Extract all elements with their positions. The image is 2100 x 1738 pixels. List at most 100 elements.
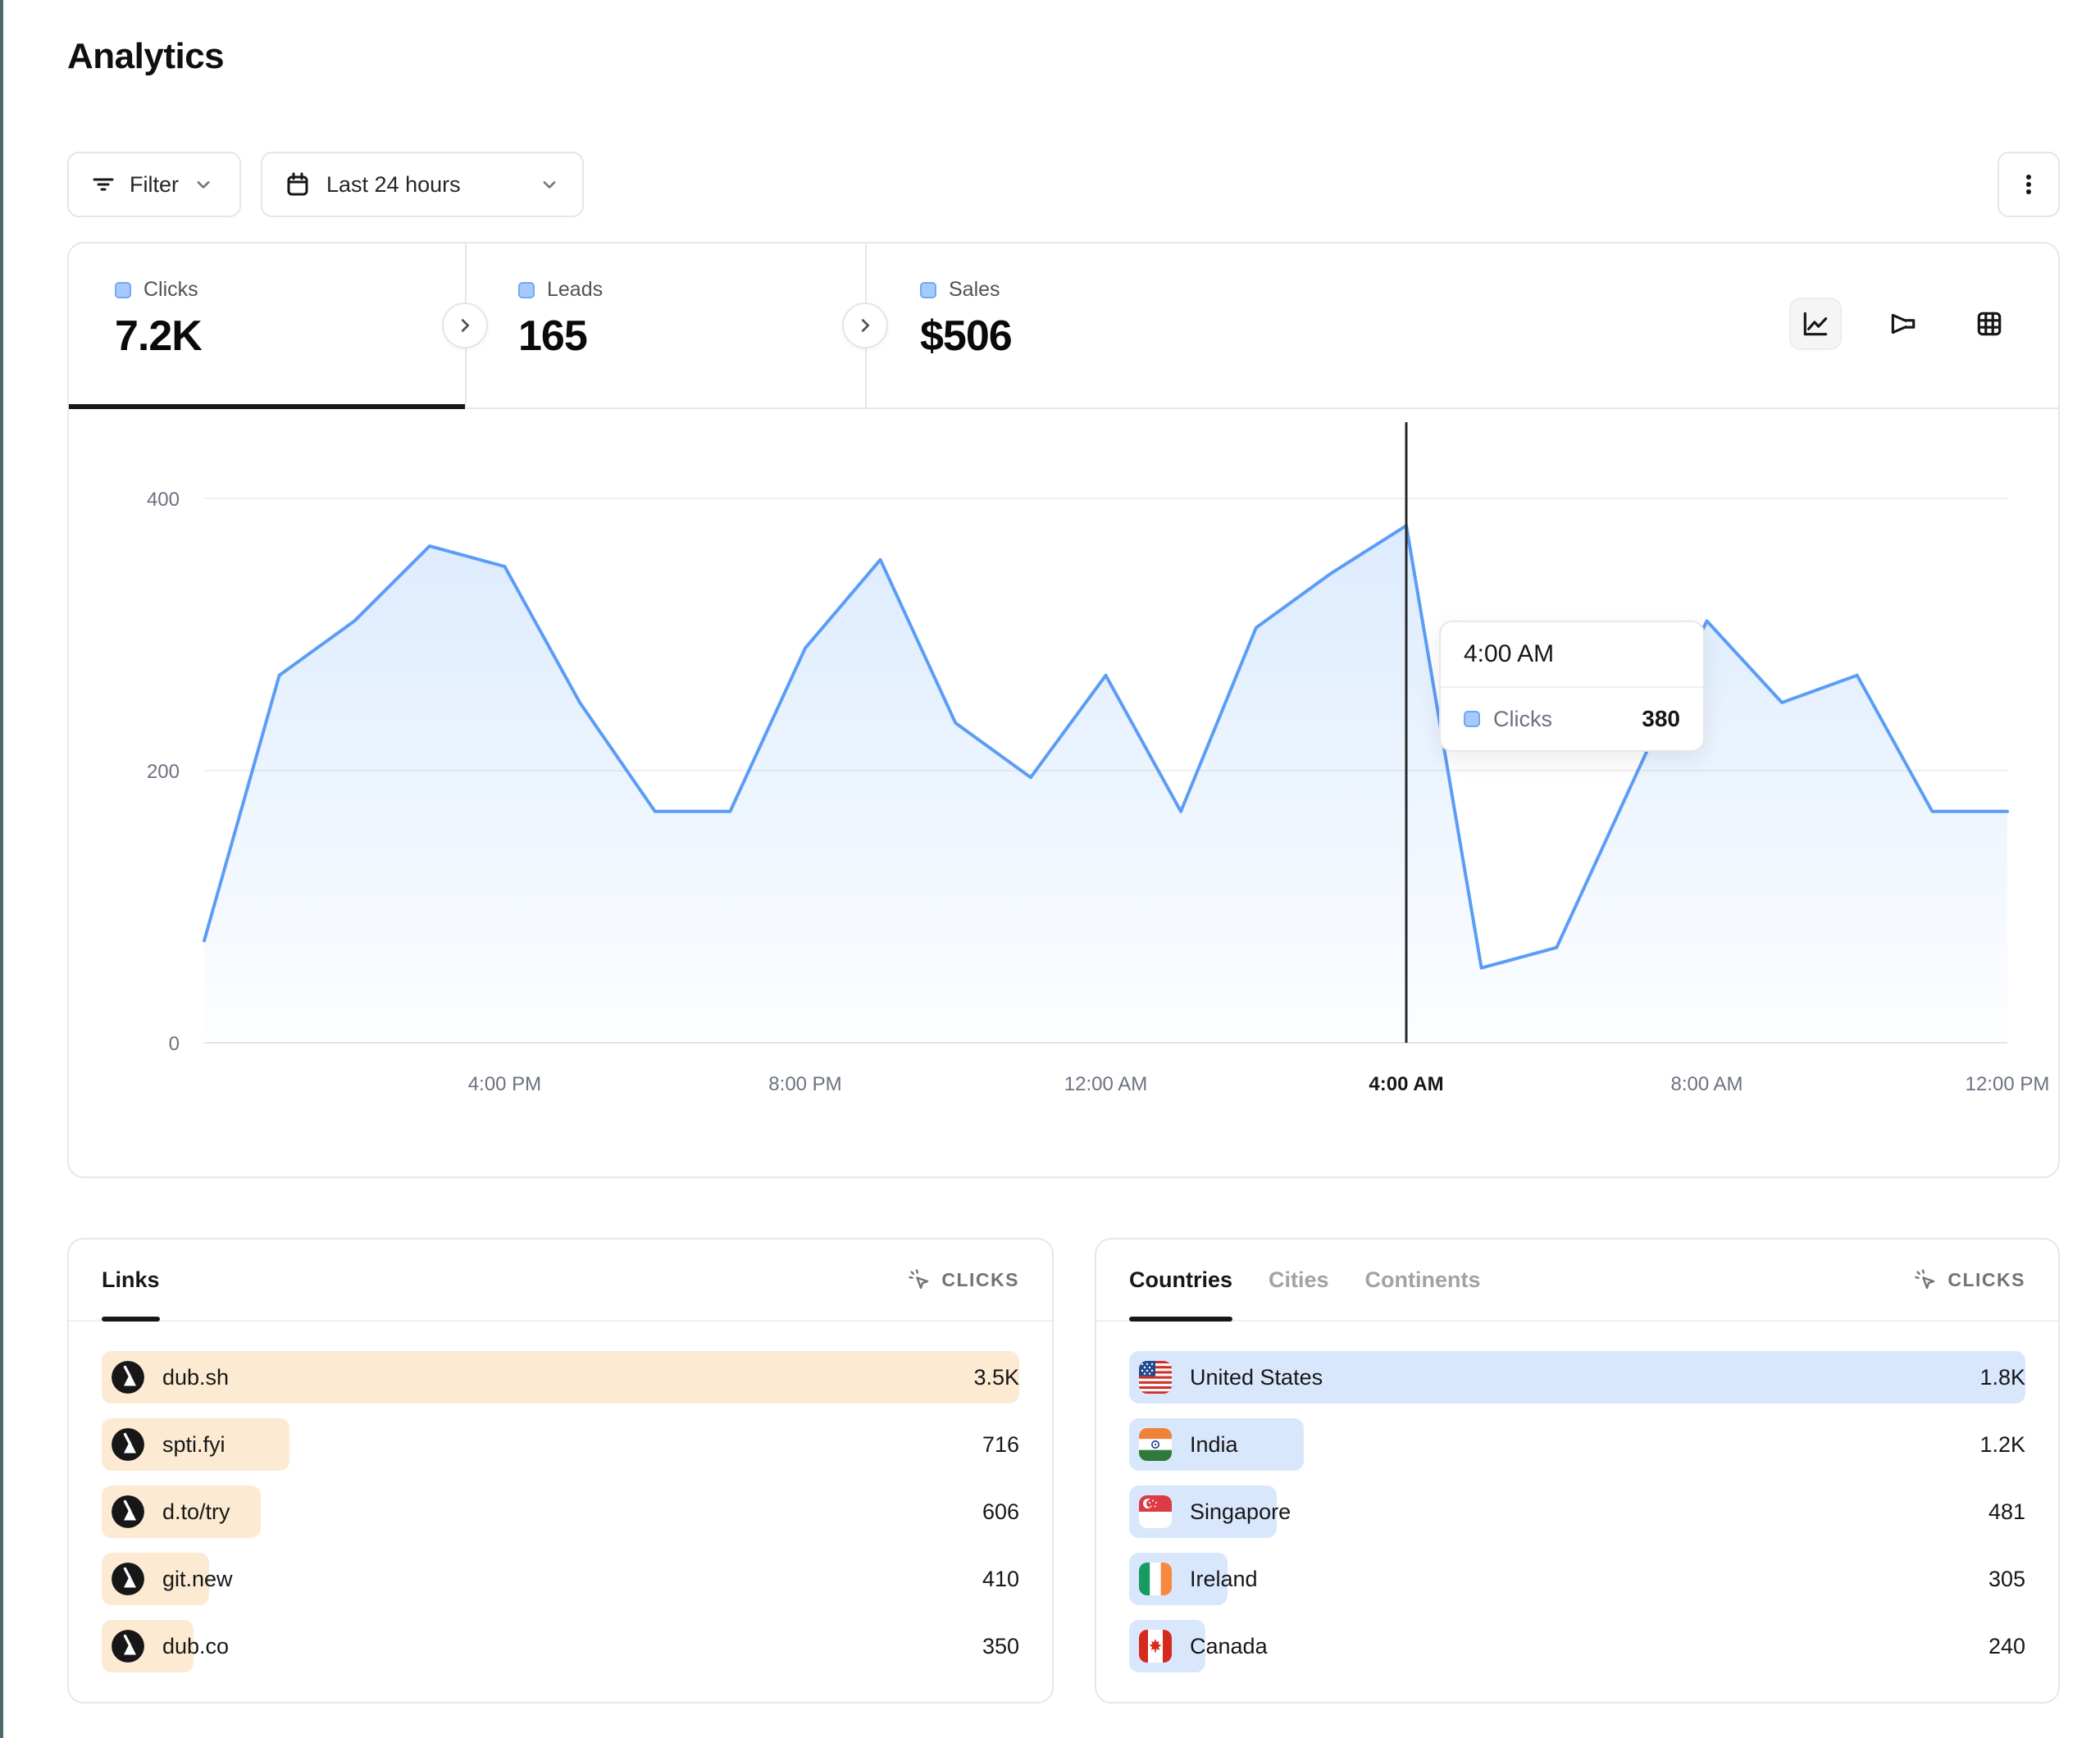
tab-leads[interactable]: Leads 165	[518, 278, 603, 361]
metric-label: Sales	[949, 278, 1000, 302]
list-item[interactable]: United States 1.8K	[1129, 1351, 2025, 1404]
y-axis-tick-label: 400	[147, 489, 180, 511]
flag-icon-in	[1139, 1428, 1172, 1461]
x-axis-tick-label: 4:00 PM	[468, 1073, 541, 1095]
more-options-button[interactable]	[1998, 152, 2060, 217]
list-item[interactable]: India 1.2K	[1129, 1418, 2025, 1471]
y-axis-tick-label: 0	[169, 1033, 180, 1055]
page-title: Analytics	[67, 36, 224, 77]
list-item[interactable]: Singapore 481	[1129, 1485, 2025, 1538]
links-panel-header: Links CLICKS	[69, 1240, 1052, 1322]
links-list: dub.sh3.5K spti.fyi716 d.to/try 606 git.new 4…	[69, 1322, 1052, 1672]
countries-panel-header: Countries Cities Continents CLICKS	[1096, 1240, 2058, 1322]
links-metric-label: CLICKS	[941, 1269, 1019, 1291]
row-content: United States	[1139, 1361, 1323, 1394]
tab-countries[interactable]: Countries	[1129, 1240, 1232, 1320]
clicks-legend-icon	[1464, 711, 1480, 727]
expand-clicks-button[interactable]	[442, 303, 488, 348]
row-label: Canada	[1190, 1634, 1268, 1659]
dub-logo-icon	[112, 1361, 144, 1394]
x-axis-tick-label: 12:00 AM	[1064, 1073, 1147, 1095]
countries-metric-selector[interactable]: CLICKS	[1913, 1267, 2025, 1292]
row-value: 240	[1988, 1620, 2025, 1672]
table-view-button[interactable]	[1963, 298, 2016, 350]
metric-label: Leads	[547, 278, 603, 302]
countries-panel: Countries Cities Continents CLICKS Unite…	[1095, 1238, 2060, 1704]
list-item[interactable]: Canada 240	[1129, 1620, 2025, 1672]
list-item[interactable]: spti.fyi716	[102, 1418, 1019, 1471]
row-content: Ireland	[1139, 1563, 1258, 1595]
chart-type-switcher	[1789, 298, 2016, 350]
tab-cities-label: Cities	[1269, 1267, 1329, 1293]
dub-logo-icon	[112, 1630, 144, 1663]
countries-metric-label: CLICKS	[1947, 1269, 2025, 1291]
tooltip-time: 4:00 AM	[1441, 622, 1703, 688]
row-label: Ireland	[1190, 1567, 1258, 1592]
links-metric-selector[interactable]: CLICKS	[907, 1267, 1019, 1292]
tab-continents[interactable]: Continents	[1365, 1240, 1481, 1320]
chevron-right-icon	[856, 316, 874, 334]
row-label: Singapore	[1190, 1499, 1291, 1525]
row-content: dub.co	[112, 1630, 229, 1663]
pointer-click-icon	[1913, 1267, 1938, 1292]
filter-button[interactable]: Filter	[67, 152, 241, 217]
kebab-menu-icon	[2016, 171, 2042, 198]
row-content: India	[1139, 1428, 1238, 1461]
clicks-chart-area[interactable]: 400 200 0 4:00 PM 8:00 PM 12:00 AM 4:00 AM 8:00…	[69, 409, 2058, 1176]
sales-legend-icon	[920, 282, 936, 298]
flag-icon-ca	[1139, 1630, 1172, 1663]
clicks-legend-icon	[115, 282, 131, 298]
pointer-click-icon	[907, 1267, 932, 1292]
tooltip-series-row: Clicks 380	[1441, 688, 1703, 750]
clicks-area-chart[interactable]: 400 200 0 4:00 PM 8:00 PM 12:00 AM 4:00 AM 8:00…	[69, 409, 2058, 1176]
chevron-right-icon	[456, 316, 474, 334]
area-fill	[204, 525, 2007, 1043]
row-value: 481	[1988, 1485, 2025, 1538]
line-chart-icon	[1800, 308, 1831, 339]
tab-sales[interactable]: Sales $506	[920, 278, 1012, 361]
tab-clicks[interactable]: Clicks 7.2K	[115, 278, 202, 361]
date-range-label: Last 24 hours	[326, 172, 461, 198]
list-item[interactable]: d.to/try 606	[102, 1485, 1019, 1538]
leads-legend-icon	[518, 282, 535, 298]
row-content: git.new	[112, 1563, 233, 1595]
dub-logo-icon	[112, 1563, 144, 1595]
list-item[interactable]: git.new 410	[102, 1553, 1019, 1605]
row-value: 410	[982, 1553, 1019, 1605]
tooltip-series-label: Clicks	[1493, 707, 1552, 732]
y-axis-tick-label: 200	[147, 761, 180, 783]
x-axis-tick-label: 8:00 PM	[768, 1073, 841, 1095]
row-value: 1.2K	[1979, 1418, 2025, 1471]
tab-cities[interactable]: Cities	[1269, 1240, 1329, 1320]
row-label: git.new	[162, 1567, 233, 1592]
list-item[interactable]: Ireland305	[1129, 1553, 2025, 1605]
links-panel: Links CLICKS dub.sh3.5K spti.fyi716 d.to/t…	[67, 1238, 1054, 1704]
row-value: 350	[982, 1620, 1019, 1672]
flag-icon-us	[1139, 1361, 1172, 1394]
row-value: 1.8K	[1979, 1351, 2025, 1404]
tab-links[interactable]: Links	[102, 1240, 160, 1320]
link-avatar	[112, 1630, 144, 1663]
expand-leads-button[interactable]	[842, 303, 888, 348]
x-axis-labels: 4:00 PM8:00 PM12:00 AM4:00 AM8:00 AM12:0…	[468, 1073, 2050, 1095]
row-label: spti.fyi	[162, 1432, 225, 1458]
funnel-view-button[interactable]	[1876, 298, 1929, 350]
line-chart-view-button[interactable]	[1789, 298, 1842, 350]
metric-value: 165	[518, 312, 603, 361]
tab-countries-label: Countries	[1129, 1267, 1232, 1293]
metric-label: Clicks	[143, 278, 198, 302]
flag-icon-sg	[1139, 1495, 1172, 1528]
filter-button-label: Filter	[130, 172, 179, 198]
row-label: d.to/try	[162, 1499, 230, 1525]
x-axis-tick-label: 4:00 AM	[1369, 1073, 1443, 1095]
list-item[interactable]: dub.sh3.5K	[102, 1351, 1019, 1404]
date-range-button[interactable]: Last 24 hours	[261, 152, 584, 217]
row-value: 606	[982, 1485, 1019, 1538]
x-axis-tick-label: 8:00 AM	[1670, 1073, 1742, 1095]
list-item[interactable]: dub.co 350	[102, 1620, 1019, 1672]
dub-logo-icon	[112, 1428, 144, 1461]
flag-icon-ie	[1139, 1563, 1172, 1595]
dub-logo-icon	[112, 1495, 144, 1528]
tab-links-label: Links	[102, 1267, 160, 1293]
tooltip-value: 380	[1642, 706, 1680, 732]
